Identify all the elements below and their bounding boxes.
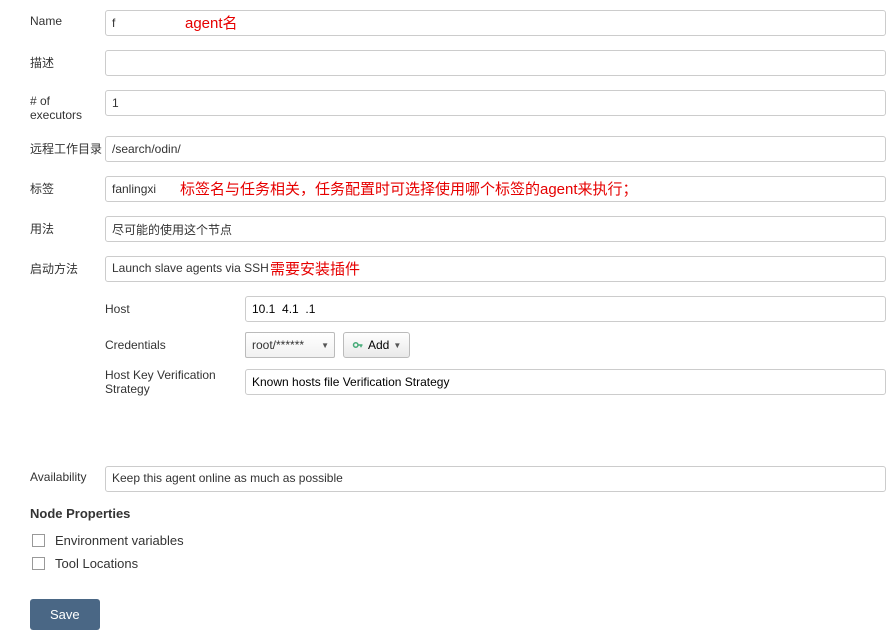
credentials-value: root/****** bbox=[252, 338, 304, 352]
env-vars-checkbox[interactable] bbox=[32, 534, 45, 547]
desc-input[interactable] bbox=[105, 50, 886, 76]
executors-label: # of executors bbox=[30, 90, 105, 122]
availability-label: Availability bbox=[30, 466, 105, 484]
launch-select[interactable]: Launch slave agents via SSH bbox=[105, 256, 886, 282]
remote-dir-input[interactable] bbox=[105, 136, 886, 162]
remote-dir-label: 远程工作目录 bbox=[30, 136, 105, 157]
tool-locations-checkbox[interactable] bbox=[32, 557, 45, 570]
availability-select[interactable]: Keep this agent online as much as possib… bbox=[105, 466, 886, 492]
executors-input[interactable] bbox=[105, 90, 886, 116]
tool-locations-label: Tool Locations bbox=[55, 556, 138, 571]
credentials-select[interactable]: root/****** bbox=[245, 332, 335, 358]
chevron-down-icon: ▼ bbox=[393, 341, 401, 350]
launch-label: 启动方法 bbox=[30, 256, 105, 277]
add-credentials-button[interactable]: Add ▼ bbox=[343, 332, 410, 358]
key-icon bbox=[352, 339, 364, 351]
hostkey-label: Host Key Verification Strategy bbox=[105, 368, 245, 396]
desc-label: 描述 bbox=[30, 50, 105, 71]
add-button-label: Add bbox=[368, 338, 389, 352]
tags-label: 标签 bbox=[30, 176, 105, 197]
usage-label: 用法 bbox=[30, 216, 105, 237]
name-label: Name bbox=[30, 10, 105, 28]
usage-select[interactable]: 尽可能的使用这个节点 bbox=[105, 216, 886, 242]
hostkey-input[interactable] bbox=[245, 369, 886, 395]
credentials-label: Credentials bbox=[105, 338, 245, 352]
env-vars-label: Environment variables bbox=[55, 533, 184, 548]
tags-input[interactable] bbox=[105, 176, 886, 202]
node-properties-heading: Node Properties bbox=[30, 506, 886, 521]
host-label: Host bbox=[105, 302, 245, 316]
host-input[interactable] bbox=[245, 296, 886, 322]
name-input[interactable] bbox=[105, 10, 886, 36]
save-button[interactable]: Save bbox=[30, 599, 100, 630]
